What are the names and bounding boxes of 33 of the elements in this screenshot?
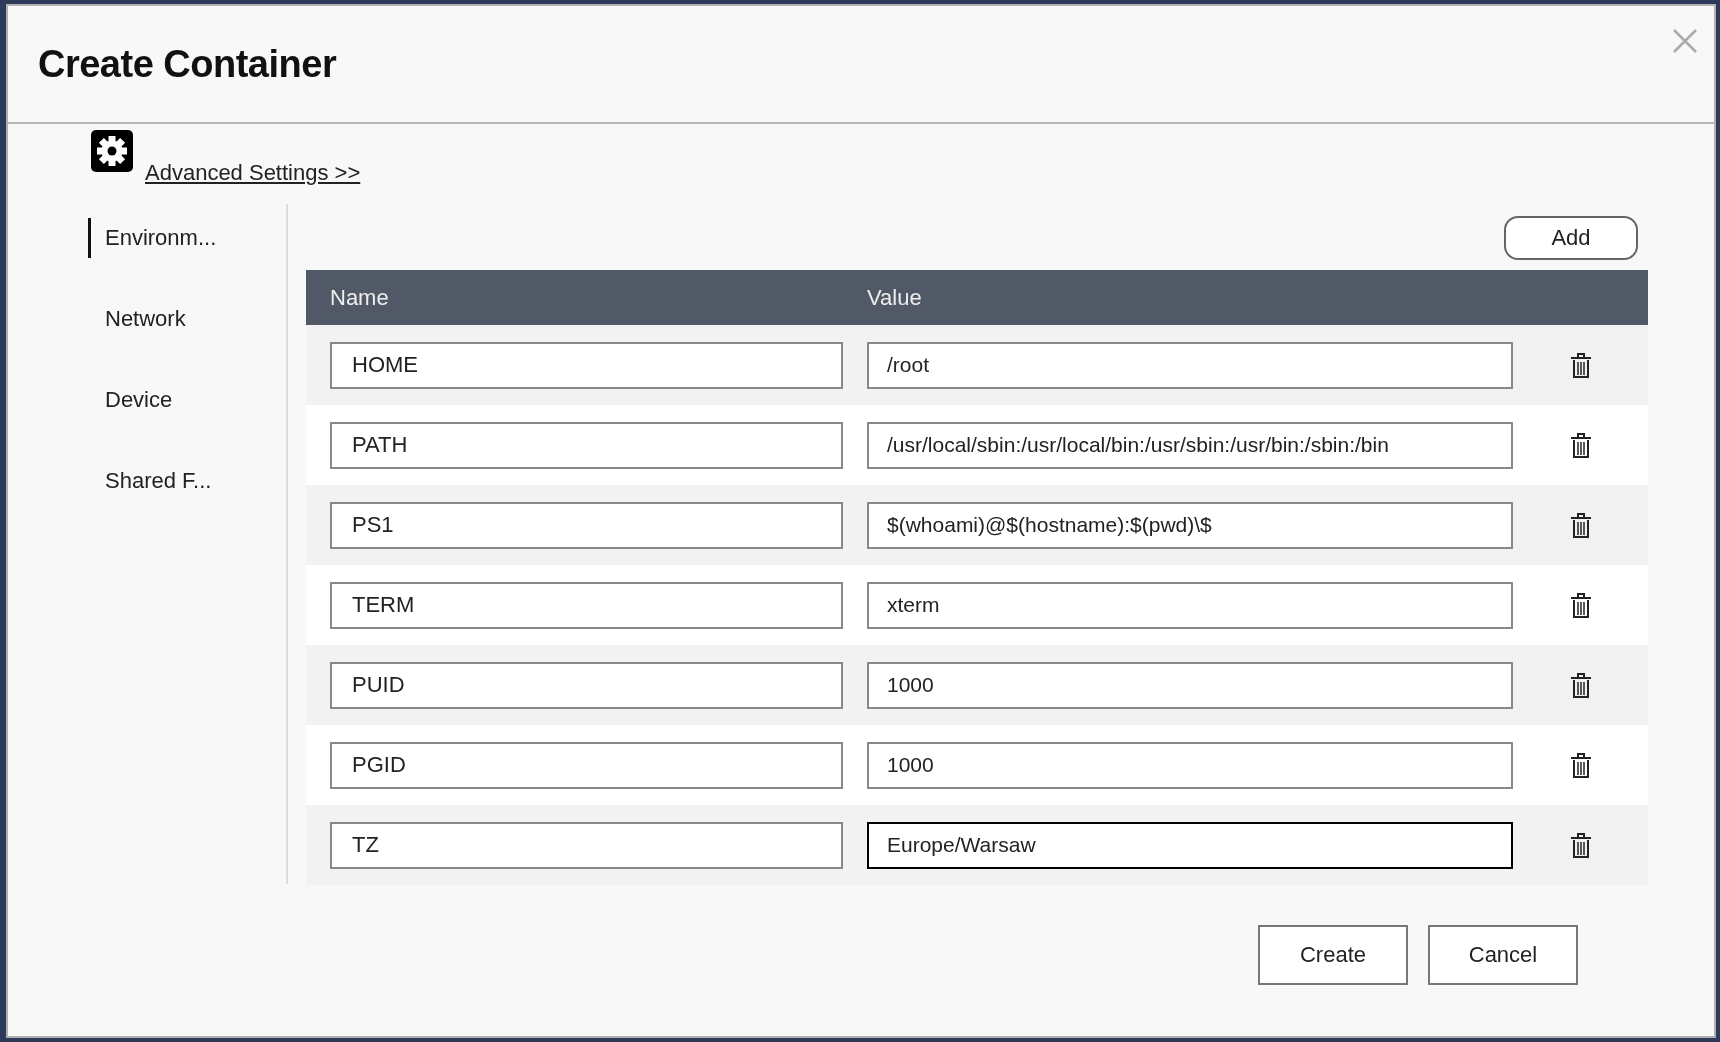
dialog-title: Create Container	[38, 42, 337, 86]
sidebar-tab[interactable]: Environm...	[88, 218, 286, 258]
value-field[interactable]: /root	[867, 341, 1513, 389]
dialog-button[interactable]: Cancel	[1428, 925, 1578, 985]
trash-icon[interactable]	[1569, 752, 1592, 778]
value-field[interactable]: xterm	[867, 581, 1513, 629]
column-header: Name	[329, 284, 390, 311]
value-field[interactable]: Europe/Warsaw	[867, 821, 1513, 869]
trash-icon[interactable]	[1569, 352, 1592, 378]
name-field[interactable]: TERM	[330, 581, 843, 629]
value-field[interactable]: $(whoami)@$(hostname):$(pwd)\$	[867, 501, 1513, 549]
column-header: Value	[866, 284, 923, 311]
name-field[interactable]: TZ	[330, 821, 843, 869]
advanced-settings-link[interactable]: Advanced Settings >>	[145, 160, 361, 186]
name-field[interactable]: PATH	[330, 421, 843, 469]
name-field[interactable]: HOME	[330, 341, 843, 389]
trash-icon[interactable]	[1569, 592, 1592, 618]
value-field[interactable]: 1000	[867, 741, 1513, 789]
add-button[interactable]: Add	[1504, 216, 1638, 260]
value-field[interactable]: /usr/local/sbin:/usr/local/bin:/usr/sbin:/usr/bin:/sbin:/bin	[867, 421, 1513, 469]
value-field[interactable]: 1000	[867, 661, 1513, 709]
name-field[interactable]: PS1	[330, 501, 843, 549]
sidebar-tab[interactable]: Device	[88, 380, 286, 420]
gear-icon	[91, 130, 133, 172]
trash-icon[interactable]	[1569, 832, 1592, 858]
sidebar-tab[interactable]: Shared F...	[88, 461, 286, 501]
trash-icon[interactable]	[1569, 432, 1592, 458]
trash-icon[interactable]	[1569, 512, 1592, 538]
dialog-button[interactable]: Create	[1258, 925, 1408, 985]
name-field[interactable]: PUID	[330, 661, 843, 709]
sidebar-tab[interactable]: Network	[88, 299, 286, 339]
name-field[interactable]: PGID	[330, 741, 843, 789]
trash-icon[interactable]	[1569, 672, 1592, 698]
